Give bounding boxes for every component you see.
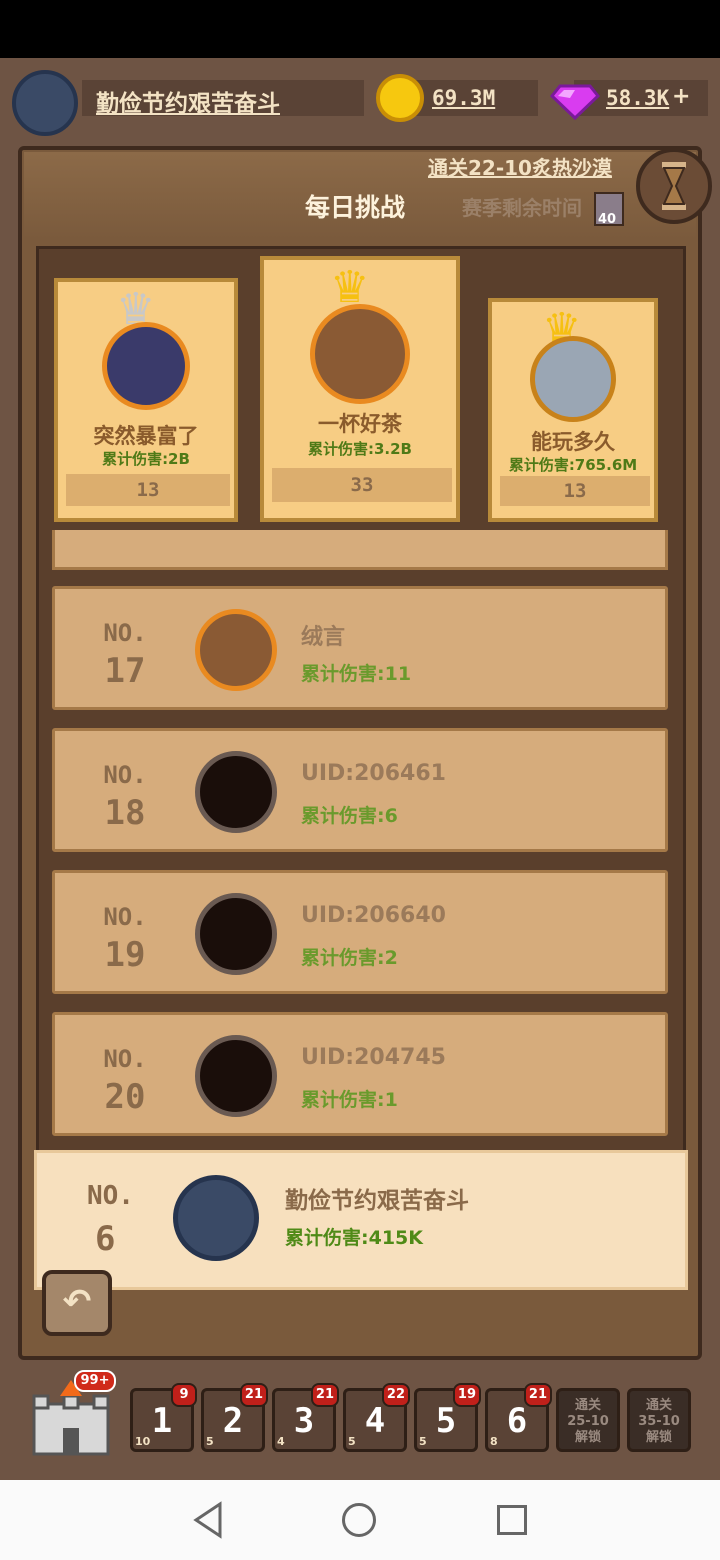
lock-text-line3: 解锁 bbox=[574, 1430, 601, 1445]
slot-count: 10 bbox=[135, 1435, 151, 1448]
rank-number: 6 bbox=[95, 1219, 116, 1259]
podium-score: 13 bbox=[500, 476, 650, 506]
avatar bbox=[530, 336, 616, 422]
table-row bbox=[52, 530, 668, 570]
lock-text-line2: 35-10 bbox=[638, 1414, 680, 1429]
lock-text-line2: 25-10 bbox=[567, 1414, 609, 1429]
season-remaining-label: 赛季剩余时间 bbox=[462, 196, 582, 220]
rank-label: NO. bbox=[103, 1045, 147, 1073]
podium-name: 突然暴富了 bbox=[93, 424, 199, 448]
podium-score: 13 bbox=[66, 474, 230, 506]
coin-icon bbox=[376, 74, 424, 122]
player-damage: 累计伤害:6 bbox=[301, 805, 398, 827]
podium-damage: 累计伤害:3.2B bbox=[307, 440, 412, 458]
stage-link[interactable]: 通关22-10炙热沙漠 bbox=[428, 152, 612, 181]
locked-slot-7[interactable]: 通关 25-10 解锁 bbox=[556, 1388, 620, 1452]
rank-label: NO. bbox=[87, 1181, 134, 1211]
player-damage: 累计伤害:415K bbox=[285, 1227, 423, 1249]
slot-badge: 19 bbox=[452, 1383, 481, 1407]
hourglass-button[interactable] bbox=[636, 148, 712, 224]
page-title: 每日挑战 bbox=[305, 193, 406, 222]
sword-count: 40 bbox=[598, 212, 617, 227]
avatar bbox=[102, 322, 190, 410]
podium-second[interactable]: ♛ 突然暴富了 累计伤害:2B 13 bbox=[54, 278, 238, 522]
player-name: 绒言 bbox=[301, 625, 346, 650]
podium-name: 能玩多久 bbox=[531, 430, 615, 454]
slot-badge: 21 bbox=[523, 1383, 552, 1407]
player-damage: 累计伤害:11 bbox=[301, 663, 412, 685]
player-name: UID:206640 bbox=[301, 903, 446, 928]
podium-damage: 累计伤害:765.6M bbox=[508, 456, 638, 474]
slot-badge: 21 bbox=[310, 1383, 339, 1407]
gem-amount: 58.3K bbox=[606, 86, 670, 110]
rank-label: NO. bbox=[103, 619, 147, 647]
table-row[interactable]: NO. 19 UID:206640 累计伤害:2 bbox=[52, 870, 668, 994]
rank-number: 20 bbox=[104, 1077, 146, 1117]
add-gems-button[interactable]: + bbox=[672, 84, 690, 109]
gem-icon bbox=[550, 84, 600, 121]
slot-count: 5 bbox=[419, 1435, 427, 1448]
podium-name: 一杯好茶 bbox=[318, 412, 402, 436]
avatar bbox=[195, 751, 277, 833]
rank-label: NO. bbox=[103, 903, 147, 931]
slot-count: 4 bbox=[277, 1435, 285, 1448]
player-name: UID:204745 bbox=[301, 1045, 446, 1070]
nav-back-icon[interactable] bbox=[190, 1500, 226, 1540]
slot-count: 5 bbox=[348, 1435, 356, 1448]
avatar bbox=[195, 1035, 277, 1117]
rank-number: 19 bbox=[104, 935, 146, 975]
status-bar bbox=[0, 0, 720, 58]
slot-count: 8 bbox=[490, 1435, 498, 1448]
player-damage: 累计伤害:2 bbox=[301, 947, 398, 969]
avatar bbox=[195, 609, 277, 691]
hero-slot-6[interactable]: 6 21 8 bbox=[485, 1383, 552, 1452]
slot-badge: 22 bbox=[381, 1383, 410, 1407]
rank-label: NO. bbox=[103, 761, 147, 789]
table-row[interactable]: NO. 20 UID:204745 累计伤害:1 bbox=[52, 1012, 668, 1136]
slot-badge: 21 bbox=[239, 1383, 268, 1407]
nav-recent-icon[interactable] bbox=[497, 1505, 527, 1535]
podium-first[interactable]: ♛ 一杯好茶 累计伤害:3.2B 33 bbox=[260, 256, 460, 522]
hero-slot-3[interactable]: 3 21 4 bbox=[272, 1383, 339, 1452]
avatar bbox=[310, 304, 410, 404]
locked-slot-8[interactable]: 通关 35-10 解锁 bbox=[627, 1388, 691, 1452]
lock-text-line1: 通关 bbox=[645, 1398, 672, 1413]
back-button[interactable]: ↶ bbox=[42, 1270, 112, 1336]
podium-third[interactable]: ♛ 能玩多久 累计伤害:765.6M 13 bbox=[488, 298, 658, 522]
avatar bbox=[173, 1175, 259, 1261]
slot-count: 5 bbox=[206, 1435, 214, 1448]
table-row[interactable]: NO. 17 绒言 累计伤害:11 bbox=[52, 586, 668, 710]
lock-text-line3: 解锁 bbox=[645, 1430, 672, 1445]
hero-slot-1[interactable]: 1 9 10 bbox=[130, 1383, 197, 1452]
my-rank-row[interactable]: NO. 6 勤俭节约艰苦奋斗 累计伤害:415K bbox=[34, 1150, 688, 1290]
lock-text-line1: 通关 bbox=[574, 1398, 601, 1413]
avatar bbox=[195, 893, 277, 975]
hero-slot-4[interactable]: 4 22 5 bbox=[343, 1383, 410, 1452]
hero-slot-5[interactable]: 5 19 5 bbox=[414, 1383, 481, 1452]
slot-badge: 9 bbox=[171, 1383, 197, 1407]
rank-number: 18 bbox=[104, 793, 146, 833]
player-name: 勤俭节约艰苦奋斗 bbox=[285, 1188, 469, 1214]
player-damage: 累计伤害:1 bbox=[301, 1089, 398, 1111]
hourglass-icon bbox=[662, 162, 686, 210]
coin-amount: 69.3M bbox=[432, 86, 496, 110]
podium-damage: 累计伤害:2B bbox=[102, 450, 190, 468]
player-avatar[interactable] bbox=[12, 70, 78, 136]
table-row[interactable]: NO. 18 UID:206461 累计伤害:6 bbox=[52, 728, 668, 852]
rank-number: 17 bbox=[104, 651, 146, 691]
castle-badge: 99+ bbox=[74, 1370, 116, 1392]
back-arrow-icon: ↶ bbox=[62, 1282, 92, 1322]
podium-score: 33 bbox=[272, 468, 452, 502]
nav-home-icon[interactable] bbox=[342, 1503, 376, 1537]
player-name: UID:206461 bbox=[301, 761, 446, 786]
hero-slot-2[interactable]: 2 21 5 bbox=[201, 1383, 268, 1452]
player-name[interactable]: 勤俭节约艰苦奋斗 bbox=[96, 84, 280, 118]
